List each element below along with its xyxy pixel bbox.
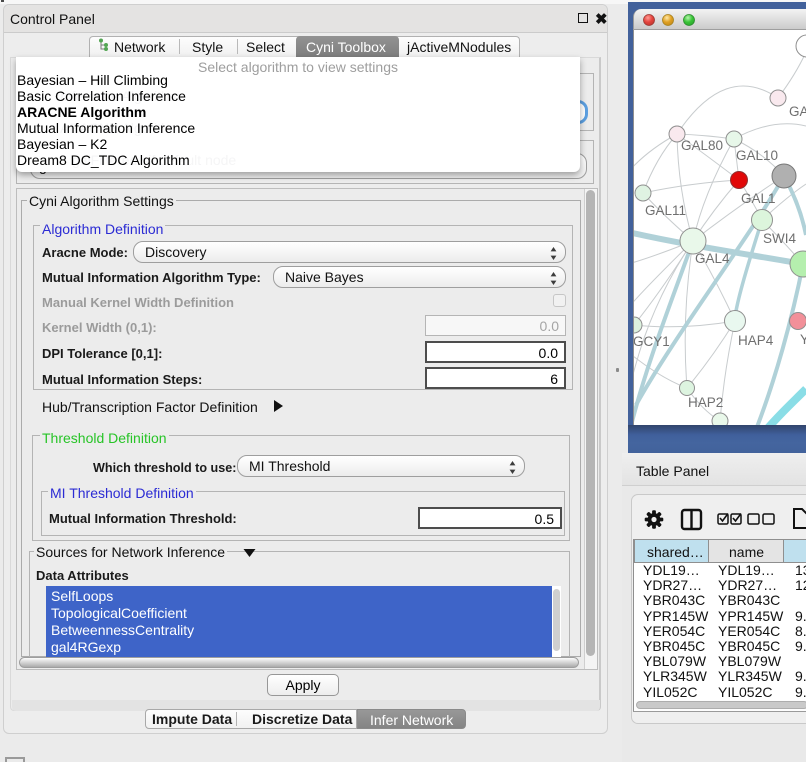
svg-text:GAL11: GAL11 (645, 203, 686, 218)
svg-text:SWI4: SWI4 (763, 231, 796, 246)
svg-text:GAL1: GAL1 (741, 191, 776, 206)
svg-text:HAP4: HAP4 (738, 333, 774, 348)
svg-text:GAL4: GAL4 (695, 251, 730, 266)
svg-text:Y: Y (800, 332, 806, 347)
svg-text:GCY1: GCY1 (634, 334, 670, 349)
svg-text:GAL80: GAL80 (681, 138, 723, 153)
svg-text:GAL10: GAL10 (736, 148, 778, 163)
svg-text:GAL: GAL (789, 104, 806, 119)
svg-text:HAP2: HAP2 (688, 395, 723, 410)
